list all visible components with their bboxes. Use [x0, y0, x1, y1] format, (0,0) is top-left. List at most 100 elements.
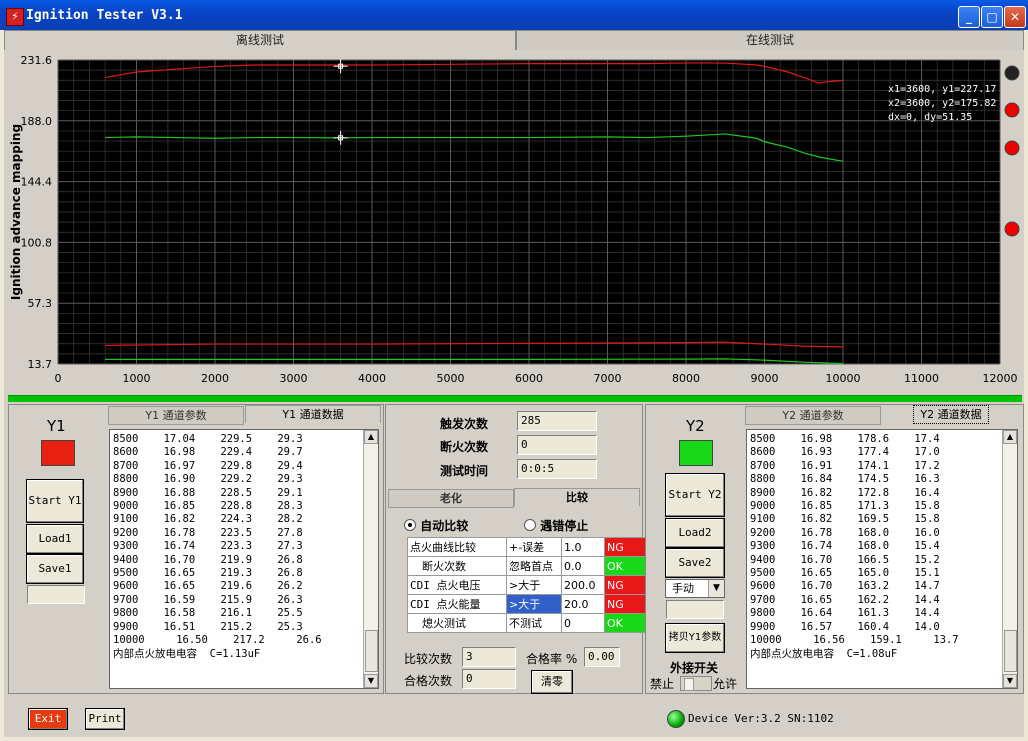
radio-stop-on-error[interactable]: 遇错停止 [524, 517, 588, 534]
ignition-chart[interactable]: 0 1000 2000 3000 4000 5000 6000 7000 8000 9000 100… [4, 50, 1024, 394]
tab-y2-params[interactable]: Y2 通道参数 [745, 406, 881, 425]
compare-item-name: 熄火测试 [407, 613, 507, 633]
device-version: Device Ver:3.2 SN:1102 [688, 712, 834, 725]
compare-value[interactable]: 20.0 [561, 594, 605, 614]
tab-online[interactable]: 在线测试 [516, 30, 1024, 51]
y2-data-row: 8600 16.93 177.4 17.0 [750, 446, 940, 459]
compare-item-name: CDI 点火电压 [407, 575, 507, 595]
y2-aux-field[interactable] [666, 600, 724, 619]
radio-auto-compare[interactable]: 自动比较 [404, 517, 468, 534]
misfire-count-label: 断火次数 [440, 440, 489, 454]
copy-y1-params-button[interactable]: 拷贝Y1参数 [665, 623, 725, 653]
y1-data-row: 9400 16.70 219.9 26.8 [113, 553, 303, 566]
y2-data-rows: 8500 16.98 178.6 17.4 8600 16.93 177.4 17… [750, 433, 959, 661]
y2-data-row: 9600 16.70 163.2 14.7 [750, 580, 940, 593]
tab-y1-data[interactable]: Y1 通道数据 [245, 405, 381, 423]
y-tick-label: 57.3 [28, 297, 53, 310]
scroll-thumb[interactable] [365, 630, 378, 672]
y2-data-list[interactable]: 8500 16.98 178.6 17.4 8600 16.93 177.4 17… [746, 429, 1018, 689]
compare-result[interactable]: NG [604, 575, 646, 595]
x-tick-label: 1000 [123, 372, 151, 385]
external-switch-toggle[interactable] [680, 676, 712, 691]
y1-aux-field[interactable] [27, 585, 85, 604]
compare-row[interactable]: CDI 点火能量 >大于 20.0 NG [407, 594, 646, 614]
compare-row[interactable]: 断火次数 忽略首点 0.0 OK [407, 556, 646, 576]
scroll-thumb[interactable] [1004, 630, 1017, 672]
load2-button[interactable]: Load2 [665, 518, 725, 548]
minimize-button[interactable]: _ [958, 6, 980, 28]
y2-status-led [679, 440, 713, 466]
compare-row[interactable]: 点火曲线比较 +-误差 1.0 NG [407, 537, 646, 557]
save2-button[interactable]: Save2 [665, 548, 725, 578]
maximize-button[interactable]: □ [981, 6, 1003, 28]
compare-condition[interactable]: +-误差 [506, 537, 562, 557]
exit-button[interactable]: Exit [28, 708, 68, 730]
close-button[interactable]: ✕ [1004, 6, 1026, 28]
compare-result[interactable]: OK [604, 613, 646, 633]
compare-row[interactable]: CDI 点火电压 >大于 200.0 NG [407, 575, 646, 595]
compare-value[interactable]: 0 [561, 613, 605, 633]
y2-data-row: 8700 16.91 174.1 17.2 [750, 459, 940, 472]
compare-result[interactable]: OK [604, 556, 646, 576]
scroll-down-icon[interactable]: ▼ [1003, 674, 1017, 688]
y2-label: Y2 [686, 417, 705, 435]
tab-aging[interactable]: 老化 [388, 489, 514, 508]
tab-y2-data[interactable]: Y2 通道数据 [913, 405, 989, 424]
tab-compare[interactable]: 比较 [514, 488, 640, 506]
pass-count-label: 合格次数 [404, 674, 453, 688]
y2-data-row: 10000 16.56 159.1 13.7 [750, 634, 959, 647]
compare-item-name: 断火次数 [407, 556, 507, 576]
y-tick-label: 188.0 [21, 115, 53, 128]
compare-table: 点火曲线比较 +-误差 1.0 NG 断火次数 忽略首点 0.0 OK CDI 点火电压 >大于 2… [407, 537, 646, 633]
compare-result[interactable]: NG [604, 537, 646, 557]
y1-status-led [41, 440, 75, 466]
compare-condition[interactable]: 忽略首点 [506, 556, 562, 576]
start-y1-button[interactable]: Start Y1 [26, 479, 84, 523]
x-tick-label: 8000 [672, 372, 700, 385]
print-button[interactable]: Print [85, 708, 125, 730]
cursor-handle-icon[interactable] [1004, 102, 1020, 118]
y2-data-row: 9200 16.78 168.0 16.0 [750, 526, 940, 539]
compare-value[interactable]: 1.0 [561, 537, 605, 557]
cursor-handle-icon[interactable] [1004, 65, 1020, 81]
x-tick-label: 4000 [358, 372, 386, 385]
mode-select[interactable]: 手动 ▼ [665, 579, 725, 598]
compare-value[interactable]: 200.0 [561, 575, 605, 595]
y-tick-label: 100.8 [21, 236, 53, 249]
scroll-up-icon[interactable]: ▲ [364, 430, 378, 444]
tab-y1-params[interactable]: Y1 通道参数 [108, 406, 244, 425]
scroll-up-icon[interactable]: ▲ [1003, 430, 1017, 444]
compare-result[interactable]: NG [604, 594, 646, 614]
y-tick-label: 13.7 [28, 358, 53, 371]
chevron-down-icon[interactable]: ▼ [708, 580, 724, 597]
y2-data-row: 内部点火放电电容 C=1.08uF [750, 647, 898, 660]
y1-data-row: 9900 16.51 215.2 25.3 [113, 620, 303, 633]
tab-offline[interactable]: 离线测试 [4, 30, 516, 51]
cursor-handle-icon[interactable] [1004, 221, 1020, 237]
scroll-down-icon[interactable]: ▼ [364, 674, 378, 688]
switch-off-label: 禁止 [650, 677, 675, 691]
start-y2-button[interactable]: Start Y2 [665, 473, 725, 517]
y2-scrollbar[interactable]: ▲ ▼ [1002, 430, 1017, 688]
y1-data-row: 9500 16.65 219.3 26.8 [113, 567, 303, 580]
toggle-knob[interactable] [684, 678, 694, 691]
misfire-count-field: 0 [517, 435, 597, 455]
y1-data-list[interactable]: 8500 17.04 229.5 29.3 8600 16.98 229.4 29… [109, 429, 379, 689]
y1-data-row: 内部点火放电电容 C=1.13uF [113, 647, 261, 660]
y2-data-row: 9800 16.64 161.3 14.4 [750, 607, 940, 620]
y2-data-row: 8500 16.98 178.6 17.4 [750, 433, 940, 445]
clear-button[interactable]: 清零 [531, 670, 573, 694]
cursor-handle-icon[interactable] [1004, 140, 1020, 156]
y1-scrollbar[interactable]: ▲ ▼ [363, 430, 378, 688]
compare-row[interactable]: 熄火测试 不测试 0 OK [407, 613, 646, 633]
compare-condition[interactable]: >大于 [506, 594, 562, 614]
x-tick-label: 7000 [594, 372, 622, 385]
y2-data-row: 8800 16.84 174.5 16.3 [750, 473, 940, 486]
pass-count-field: 0 [462, 669, 516, 689]
compare-condition[interactable]: >大于 [506, 575, 562, 595]
mode-tabs: 离线测试 在线测试 [4, 30, 1024, 51]
compare-condition[interactable]: 不测试 [506, 613, 562, 633]
save1-button[interactable]: Save1 [26, 554, 84, 584]
load1-button[interactable]: Load1 [26, 524, 84, 554]
compare-value[interactable]: 0.0 [561, 556, 605, 576]
